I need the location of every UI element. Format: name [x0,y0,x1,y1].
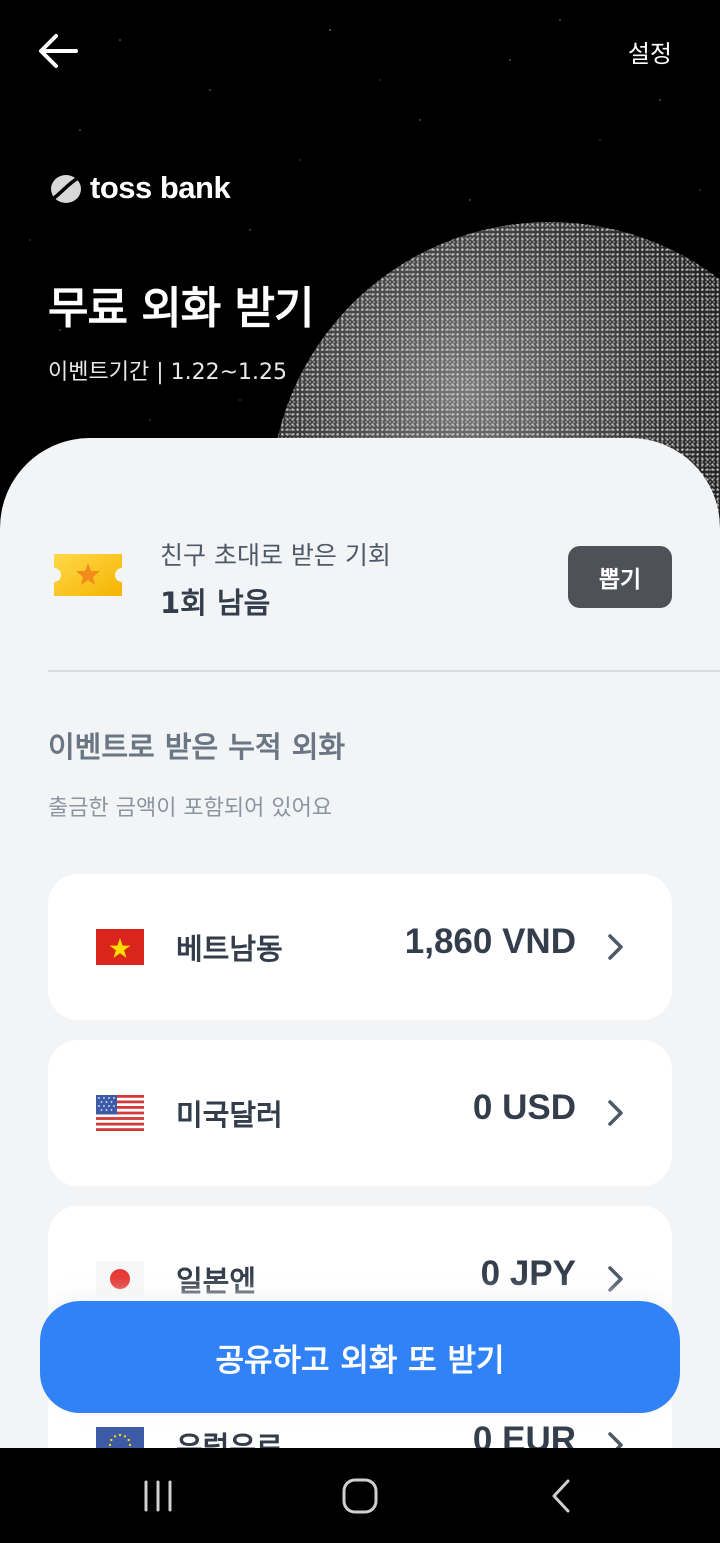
draw-button[interactable]: 뽑기 [568,546,672,608]
settings-button[interactable]: 설정 [628,34,672,69]
chevron-right-icon [608,1432,623,1448]
currency-name: 일본엔 [176,1264,257,1298]
event-period: 이벤트기간 | 1.22~1.25 [48,360,288,385]
section-subtitle: 출금한 금액이 포함되어 있어요 [48,796,333,821]
chevron-right-icon [608,1100,623,1126]
logo-text: toss bank [90,170,231,205]
currency-amount: 0 USD [472,1088,576,1127]
currency-name: 베트남동 [176,932,283,966]
currency-name: 유럽유로 [176,1430,283,1448]
eu-flag-icon [96,1427,144,1448]
back-nav-icon[interactable] [542,1476,582,1516]
invite-ticket-row: 친구 초대로 받은 기회 1회 남음 뽑기 [48,536,672,626]
toss-bank-logo: toss bank [48,170,231,206]
share-button[interactable]: 공유하고 외화 또 받기 [40,1301,680,1413]
divider [48,670,720,672]
currency-name: 미국달러 [176,1098,283,1132]
ticket-star-icon [54,554,122,596]
system-nav-bar [0,1448,720,1543]
page-title: 무료 외화 받기 [48,283,315,334]
usa-flag-icon [96,1095,144,1131]
back-button[interactable] [30,24,86,80]
home-icon[interactable] [340,1476,380,1516]
recent-apps-icon[interactable] [138,1476,178,1516]
currency-card-vnd[interactable]: 베트남동 1,860 VND [48,874,672,1020]
section-title: 이벤트로 받은 누적 외화 [48,730,346,764]
currency-amount: 1,860 VND [404,922,576,961]
currency-card-usd[interactable]: 미국달러 0 USD [48,1040,672,1186]
currency-amount: 0 EUR [472,1420,576,1448]
toss-logo-icon [51,175,81,203]
content-sheet: 친구 초대로 받은 기회 1회 남음 뽑기 이벤트로 받은 누적 외화 출금한 … [0,438,720,1448]
arrow-left-icon [39,34,78,68]
currency-amount: 0 JPY [480,1254,576,1293]
japan-flag-icon [96,1261,144,1297]
ticket-remaining: 1회 남음 [160,586,271,620]
chevron-right-icon [608,934,623,960]
ticket-subtitle: 친구 초대로 받은 기회 [160,541,391,570]
vietnam-flag-icon [96,929,144,965]
chevron-right-icon [608,1266,623,1292]
